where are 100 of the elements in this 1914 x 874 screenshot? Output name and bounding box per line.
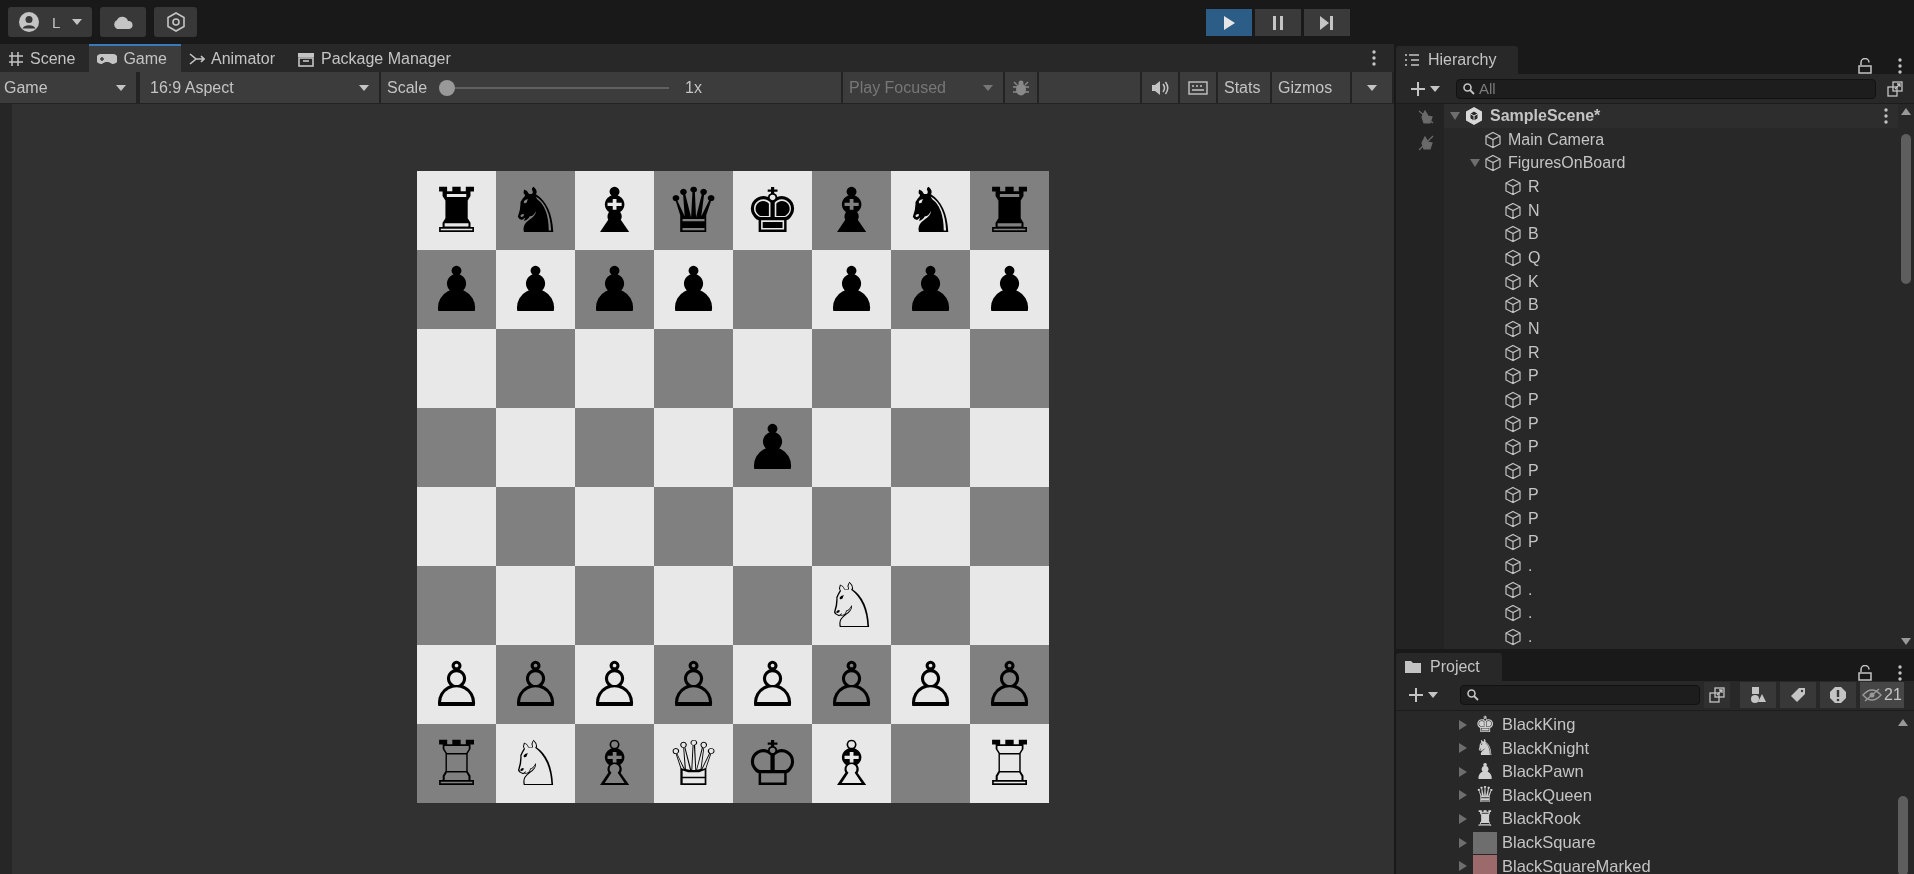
- project-asset[interactable]: ♞ BlackKnight: [1458, 736, 1914, 760]
- cube-icon: [1504, 391, 1522, 410]
- hierarchy-item[interactable]: P: [1444, 411, 1898, 436]
- pause-icon: [1270, 14, 1286, 31]
- hierarchy-item[interactable]: K: [1444, 269, 1898, 294]
- hierarchy-item[interactable]: P: [1444, 483, 1898, 507]
- search-field[interactable]: [1460, 685, 1700, 706]
- hierarchy-item[interactable]: .: [1444, 577, 1898, 602]
- cloud-button[interactable]: [100, 7, 147, 37]
- pause-button[interactable]: [1255, 9, 1301, 36]
- more-options-icon: [1884, 107, 1888, 124]
- chess-piece: ♟: [823, 252, 880, 328]
- hierarchy-item[interactable]: R: [1444, 340, 1898, 365]
- hierarchy-item[interactable]: P: [1444, 388, 1898, 412]
- tag-icon: [1790, 687, 1806, 704]
- chess-piece: ♟: [428, 252, 485, 328]
- hierarchy-item[interactable]: Q: [1444, 246, 1898, 270]
- hierarchy-item[interactable]: Main Camera: [1444, 127, 1898, 152]
- hierarchy-tab[interactable]: Hierarchy: [1396, 46, 1519, 74]
- cube-icon: [1504, 272, 1522, 291]
- chess-piece: ♖: [428, 726, 485, 802]
- warning-filter-button[interactable]: [1820, 682, 1856, 709]
- expand-icon: [1709, 687, 1725, 704]
- hierarchy-item[interactable]: P: [1444, 435, 1898, 460]
- chess-piece: ♟: [586, 252, 643, 328]
- chess-piece: ♙: [428, 647, 485, 723]
- cube-icon: [1504, 627, 1522, 646]
- cube-icon: [1504, 343, 1522, 362]
- chess-piece: ♞: [902, 173, 959, 249]
- hierarchy-item[interactable]: P: [1444, 364, 1898, 389]
- search-icon: [1467, 689, 1479, 702]
- slider-thumb[interactable]: [439, 79, 456, 96]
- hierarchy-item[interactable]: R: [1444, 175, 1898, 199]
- hierarchy-item[interactable]: .: [1444, 625, 1898, 649]
- chess-piece: ♟: [665, 252, 722, 328]
- hierarchy-item[interactable]: N: [1444, 317, 1898, 341]
- hierarchy-item[interactable]: P: [1444, 459, 1898, 483]
- cube-icon: [1504, 248, 1522, 267]
- filter-by-label-button[interactable]: [1780, 682, 1816, 709]
- more-options-icon: [1898, 664, 1902, 681]
- cube-icon: [1504, 604, 1522, 623]
- chess-piece: ♝: [823, 173, 880, 249]
- chess-piece: ♙: [665, 647, 722, 723]
- project-asset[interactable]: ♛ BlackQueen: [1458, 783, 1914, 808]
- hierarchy-item[interactable]: P: [1444, 506, 1898, 531]
- project-asset[interactable]: ♚ BlackKing: [1458, 712, 1914, 737]
- search-field[interactable]: All: [1456, 78, 1876, 99]
- more-options-icon: [1898, 58, 1902, 74]
- sprite-thumbnail: ♜: [1474, 807, 1496, 831]
- hierarchy-item[interactable]: SampleScene*: [1444, 104, 1898, 128]
- branch-arrow-icon: [188, 51, 205, 67]
- filter-by-type-button[interactable]: [1740, 682, 1776, 709]
- editor-tab[interactable]: Game: [89, 44, 181, 72]
- cube-icon: [1504, 485, 1522, 504]
- cloud-icon: [112, 15, 135, 29]
- hierarchy-item[interactable]: N: [1444, 198, 1898, 223]
- hexagon-icon: [166, 12, 185, 32]
- cube-icon: [1504, 580, 1522, 599]
- popout-button[interactable]: [1704, 682, 1730, 709]
- hand-slashed-icon: [1416, 134, 1436, 152]
- project-asset[interactable]: BlackSquare: [1458, 830, 1914, 855]
- play-button[interactable]: [1206, 9, 1252, 36]
- sprite-thumbnail: ♟: [1474, 759, 1496, 784]
- chess-piece: ♗: [586, 726, 643, 802]
- scrollbar-thumb[interactable]: [1898, 795, 1908, 874]
- project-tab[interactable]: Project: [1396, 652, 1502, 681]
- chess-piece: ♔: [744, 726, 801, 802]
- lock-icon: [1858, 664, 1872, 681]
- chess-piece: ♝: [586, 173, 643, 249]
- search-icon: [1463, 82, 1475, 95]
- cube-icon: [1504, 414, 1522, 433]
- chess-piece: ♙: [744, 647, 801, 723]
- services-button[interactable]: [154, 7, 198, 37]
- caret-icon: [359, 84, 369, 91]
- account-dropdown[interactable]: L: [8, 7, 93, 37]
- hidden-packages-button[interactable]: 21: [1860, 682, 1904, 709]
- speaker-icon: [1151, 80, 1169, 95]
- scrollbar-thumb[interactable]: [1901, 134, 1911, 284]
- folder-icon: [1404, 659, 1422, 674]
- unity-logo-icon: [1464, 105, 1484, 126]
- scale-slider[interactable]: [439, 79, 670, 96]
- step-button[interactable]: [1304, 9, 1350, 36]
- chess-piece: ♞: [507, 173, 564, 249]
- hierarchy-item[interactable]: B: [1444, 293, 1898, 318]
- chess-piece: ♟: [507, 252, 564, 328]
- hierarchy-item[interactable]: .: [1444, 554, 1898, 578]
- aspect-dropdown[interactable]: 16:9 Aspect: [138, 72, 381, 103]
- cube-icon: [1504, 177, 1522, 196]
- project-asset[interactable]: ♟ BlackPawn: [1458, 760, 1914, 784]
- plus-icon: [1410, 80, 1426, 97]
- project-asset[interactable]: ♜ BlackRook: [1458, 807, 1914, 831]
- hierarchy-item[interactable]: .: [1444, 601, 1898, 626]
- hierarchy-item[interactable]: FiguresOnBoard: [1444, 151, 1898, 176]
- editor-tab[interactable]: Animator: [180, 44, 289, 72]
- chess-piece: ♘: [823, 568, 880, 644]
- chess-piece: ♚: [744, 173, 801, 249]
- editor-tab[interactable]: Scene: [0, 44, 90, 72]
- editor-tab[interactable]: Package Manager: [289, 44, 465, 72]
- hierarchy-item[interactable]: B: [1444, 222, 1898, 247]
- hierarchy-item[interactable]: P: [1444, 530, 1898, 555]
